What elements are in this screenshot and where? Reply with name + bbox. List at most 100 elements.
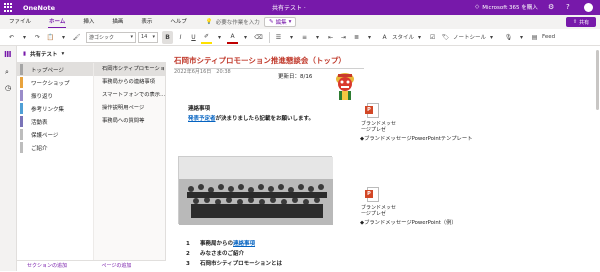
format-painter-icon[interactable]: 🖌 [71, 31, 82, 44]
undo-icon[interactable]: ↶ [6, 31, 17, 44]
share-button[interactable]: ⇪ 共有 [566, 17, 596, 27]
underline-icon[interactable]: U [188, 31, 199, 44]
section-item[interactable]: 参考リンク集 [17, 102, 93, 115]
checkbox-icon[interactable]: ☑ [427, 31, 438, 44]
chevron-down-icon[interactable]: ▾ [516, 31, 527, 44]
recent-icon[interactable]: ◷ [5, 84, 11, 92]
page-item[interactable]: 事務局への質問等 [94, 115, 165, 128]
section-item[interactable]: 振り返り [17, 89, 93, 102]
section-color-bar [20, 90, 23, 101]
numbering-icon[interactable]: ≡ [299, 31, 310, 44]
chevron-down-icon[interactable]: ▾ [286, 31, 297, 44]
notebook-header[interactable]: ▮ 共有テスト ▾ [17, 46, 166, 63]
ribbon-tabs: ファイル ホーム 挿入 描画 表示 ヘルプ 💡 必要な作業を入力 [0, 15, 600, 29]
section-list: トップページ ワークショップ振り返り参考リンク集 活動表 保護ページご紹介 [17, 63, 93, 260]
attachment-description[interactable]: ◆ブランドメッセージPowerPointテンプレート [360, 136, 472, 142]
align-icon[interactable]: ≣ [351, 31, 362, 44]
group-photo[interactable] [178, 156, 333, 225]
page-title[interactable]: 石岡市シティプロモーション推進懇談会（トップ） [174, 55, 364, 69]
styles-button[interactable]: スタイル [392, 33, 414, 41]
tell-me-box[interactable]: 💡 必要な作業を入力 [206, 18, 260, 26]
section-color-bar [20, 77, 23, 88]
chevron-down-icon[interactable]: ▾ [240, 31, 251, 44]
contact-link[interactable]: 連絡事項 [233, 241, 255, 247]
edit-mode-button[interactable]: ✎ 編集 ▾ [264, 17, 297, 27]
app-name[interactable]: OneNote [23, 4, 55, 12]
presenter-link[interactable]: 発表予定者 [188, 116, 216, 122]
chevron-down-icon[interactable]: ▾ [19, 31, 30, 44]
updated-date[interactable]: 更新日：8/16 [278, 72, 312, 80]
section-label: 振り返り [31, 93, 54, 100]
tab-view[interactable]: 表示 [132, 15, 161, 29]
navigation-footer: セクションの追加 ページの追加 [17, 260, 166, 271]
attachment-description[interactable]: ◆ブランドメッセージPowerPoint（例） [360, 220, 457, 226]
tab-home[interactable]: ホーム [40, 15, 74, 29]
attachment-name[interactable]: ブランドメッセージプレゼ [361, 121, 401, 133]
page-item[interactable]: 石岡市シティプロモーショ [94, 63, 165, 76]
tags-button[interactable]: ノートシール [453, 33, 486, 41]
page-item[interactable]: 操作説明用ページ [94, 102, 165, 115]
left-rail: Ⅲ ⌕ ◷ [0, 46, 17, 271]
outdent-icon[interactable]: ⇤ [325, 31, 336, 44]
chevron-down-icon[interactable]: ▾ [312, 31, 323, 44]
tab-file[interactable]: ファイル [0, 15, 40, 29]
tag-icon[interactable]: 🏷 [440, 31, 451, 44]
notebook-icon: ▮ [23, 51, 27, 57]
chevron-down-icon: ▾ [61, 51, 65, 57]
waffle-icon[interactable] [4, 3, 13, 12]
document-title[interactable]: 共有テスト · [272, 3, 306, 12]
list-item[interactable]: 2 みなさまのご紹介 [186, 249, 282, 259]
tab-insert[interactable]: 挿入 [74, 15, 103, 29]
section-item[interactable]: ご紹介 [17, 141, 93, 154]
notebooks-icon[interactable]: Ⅲ [4, 50, 12, 59]
styles-icon[interactable]: A [379, 31, 390, 44]
powerpoint-icon[interactable]: P [365, 187, 379, 202]
settings-icon[interactable]: ⚙ [548, 3, 554, 11]
chevron-down-icon[interactable]: ▾ [364, 31, 375, 44]
chevron-down-icon[interactable]: ▾ [214, 31, 225, 44]
chevron-down-icon[interactable]: ▾ [414, 31, 425, 44]
avatar[interactable] [584, 3, 593, 12]
font-color-icon[interactable]: A [227, 31, 238, 44]
chevron-down-icon[interactable]: ▾ [486, 31, 497, 44]
section-item[interactable]: トップページ [17, 63, 93, 76]
clipboard-icon[interactable]: 📋 [45, 31, 56, 44]
list-item[interactable]: 1 事務局からの連絡事項 [186, 239, 282, 249]
add-page-button[interactable]: ページの追加 [92, 261, 167, 271]
eraser-icon[interactable]: ⌫ [253, 31, 264, 44]
section-label: ご紹介 [31, 145, 48, 152]
section-item[interactable]: ワークショップ [17, 76, 93, 89]
feed-button[interactable]: Feed [542, 34, 555, 40]
notice-heading[interactable]: 連絡事項 [188, 104, 210, 112]
section-item[interactable]: 保護ページ [17, 128, 93, 141]
bold-icon[interactable]: B [162, 30, 173, 44]
indent-icon[interactable]: ⇥ [338, 31, 349, 44]
font-size-select[interactable]: 14 ▾ [138, 31, 158, 43]
attachment-name[interactable]: ブランドメッセージプレゼ [361, 205, 401, 217]
dictate-icon[interactable]: 🎙 [503, 31, 514, 44]
page-item[interactable]: 事務局からの連絡事項 [94, 76, 165, 89]
buy-ms365-link[interactable]: ◇ Microsoft 365 を購入 [475, 3, 538, 11]
chevron-down-icon[interactable]: ▾ [58, 31, 69, 44]
bullets-icon[interactable]: ☰ [273, 31, 284, 44]
redo-icon[interactable]: ↷ [32, 31, 43, 44]
section-item[interactable]: 活動表 [17, 115, 93, 128]
tab-draw[interactable]: 描画 [103, 15, 132, 29]
italic-icon[interactable]: I [175, 31, 186, 44]
agenda-list[interactable]: 1 事務局からの連絡事項 2 みなさまのご紹介 3 石岡市シティプロモーションとは [186, 239, 282, 269]
diamond-icon: ◇ [475, 4, 480, 10]
search-icon[interactable]: ⌕ [5, 68, 9, 77]
help-icon[interactable]: ? [566, 3, 570, 11]
highlight-icon[interactable]: ✐ [201, 31, 212, 44]
add-section-button[interactable]: セクションの追加 [17, 261, 92, 271]
page-item[interactable]: スマートフォンでの表示... [94, 89, 165, 102]
notice-text[interactable]: 発表予定者が決まりましたら記載をお願いします。 [188, 114, 314, 122]
mascot-image[interactable] [331, 69, 359, 101]
list-item[interactable]: 3 石岡市シティプロモーションとは [186, 259, 282, 269]
feed-icon[interactable]: ▤ [529, 31, 540, 44]
page-canvas[interactable]: 石岡市シティプロモーション推進懇談会（トップ） 2022年6月16日 20:38… [166, 46, 600, 271]
tab-help[interactable]: ヘルプ [161, 15, 196, 29]
vertical-scrollbar[interactable] [596, 50, 599, 110]
font-family-select[interactable]: 游ゴシック ▾ [86, 31, 136, 43]
powerpoint-icon[interactable]: P [365, 103, 379, 118]
